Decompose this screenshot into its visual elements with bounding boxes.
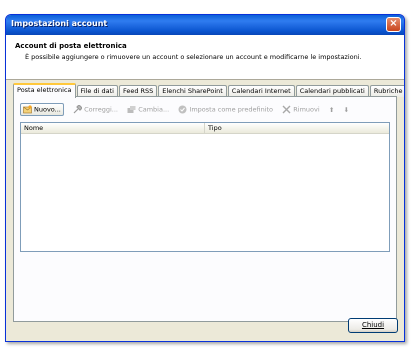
window-title: Impostazioni account <box>11 19 108 28</box>
tab-email[interactable]: Posta elettronica <box>13 83 76 98</box>
repair-button[interactable]: Correggi... <box>73 104 118 114</box>
account-list[interactable]: Nome Tipo <box>20 122 390 252</box>
new-account-icon <box>23 105 32 114</box>
remove-icon <box>282 105 291 114</box>
header-title: Account di posta elettronica <box>15 42 127 50</box>
set-default-button[interactable]: Imposta come predefinito <box>178 105 273 114</box>
new-button[interactable]: Nuovo... <box>20 103 64 116</box>
close-button[interactable]: Chiudi <box>348 318 398 333</box>
repair-button-label: Correggi... <box>84 105 118 114</box>
account-settings-dialog: Impostazioni account × Account di posta … <box>5 14 405 342</box>
change-button-label: Cambia... <box>138 105 170 114</box>
repair-icon <box>73 104 83 114</box>
account-toolbar: Nuovo... Correggi... Cambia... Imposta c… <box>20 103 356 117</box>
new-button-label: Nuovo... <box>34 105 61 114</box>
remove-button[interactable]: Rimuovi <box>282 105 320 114</box>
remove-button-label: Rimuovi <box>293 105 320 114</box>
move-up-icon[interactable]: ⬆ <box>329 106 334 114</box>
tab-panel-email: Nuovo... Correggi... Cambia... Imposta c… <box>13 96 397 322</box>
close-button-label: Chiudi <box>361 321 385 329</box>
column-header-name[interactable]: Nome <box>21 123 204 134</box>
title-bar: Impostazioni account × <box>6 15 404 35</box>
set-default-button-label: Imposta come predefinito <box>189 105 274 114</box>
header-description: È possibile aggiungere o rimuovere un ac… <box>25 53 362 61</box>
move-down-icon[interactable]: ⬇ <box>344 106 349 114</box>
tab-strip: Posta elettronica File di dati Feed RSS Ele… <box>13 82 404 98</box>
close-icon[interactable]: × <box>386 17 401 32</box>
column-header-type[interactable]: Tipo <box>204 123 389 134</box>
check-circle-icon <box>178 105 187 114</box>
change-icon <box>127 105 136 114</box>
dialog-header: Account di posta elettronica È possibile… <box>6 35 404 80</box>
change-button[interactable]: Cambia... <box>127 105 169 114</box>
